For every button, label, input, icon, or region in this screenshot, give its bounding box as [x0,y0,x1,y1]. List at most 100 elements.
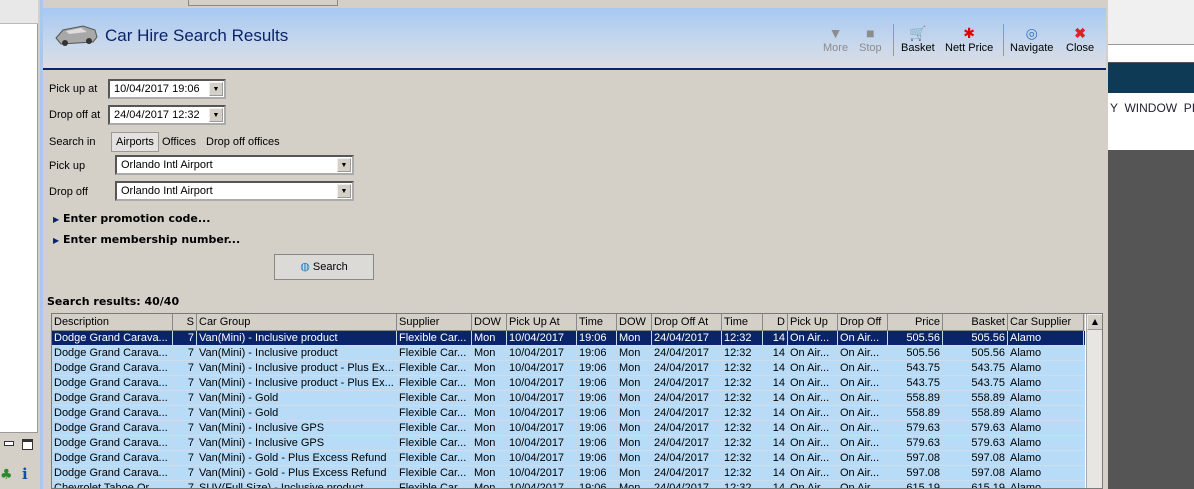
info-icon[interactable]: i [22,465,28,483]
dropoff-at-label: Drop off at [49,109,101,121]
search-in-offices[interactable]: Offices [162,136,196,148]
cell-dropoff-location: On Air... [838,391,888,405]
table-row[interactable]: Dodge Grand Carava... 7 Van(Mini) - Inclus… [52,376,1085,391]
cell-dropoff-dow: Mon [617,481,652,488]
cell-days: 14 [763,421,788,435]
cell-pickup-location: On Air... [788,481,838,488]
cell-supplier: Flexible Car... [397,421,472,435]
cell-basket: 597.08 [943,466,1008,480]
scroll-up-icon[interactable]: ▲ [1087,314,1102,330]
column-header-dropoff-at[interactable]: Drop Off At [652,314,722,331]
table-row[interactable]: Dodge Grand Carava... 7 Van(Mini) - Gold -… [52,451,1085,466]
cell-car-group: Van(Mini) - Gold [197,391,397,405]
column-header-pickup-location[interactable]: Pick Up [788,314,838,331]
cell-car-group: Van(Mini) - Gold - Plus Excess Refund [197,451,397,465]
column-header-pickup-at[interactable]: Pick Up At [507,314,577,331]
cell-dropoff-at: 24/04/2017 [652,391,722,405]
cell-dropoff-time: 12:32 [722,346,763,360]
cell-days: 14 [763,481,788,488]
toolbar-separator [893,24,894,56]
column-header-dropoff-dow[interactable]: DOW [617,314,652,331]
vertical-scrollbar[interactable]: ▲ [1086,314,1102,488]
navigate-label: Navigate [1010,42,1054,54]
dropoff-at-field[interactable]: 24/04/2017 12:32 ▼ [108,105,226,125]
dropoff-at-value: 24/04/2017 12:32 [114,109,200,121]
cell-price: 579.63 [888,421,943,435]
cell-days: 14 [763,376,788,390]
column-header-supplier[interactable]: Supplier [397,314,472,331]
cell-price: 597.08 [888,466,943,480]
cell-seats: 7 [173,451,197,465]
cell-description: Dodge Grand Carava... [52,466,173,480]
table-row[interactable]: Dodge Grand Carava... 7 Van(Mini) - Gold Fl… [52,406,1085,421]
cell-supplier: Flexible Car... [397,436,472,450]
cell-dropoff-time: 12:32 [722,421,763,435]
background-window: Y WINDOW PI [1108,0,1194,489]
promotion-code-expander[interactable]: ▶ Enter promotion code... [53,212,210,225]
cell-pickup-at: 10/04/2017 [507,466,577,480]
more-label: More [823,42,849,54]
tab-other[interactable] [188,0,338,6]
cell-car-supplier: Alamo [1008,466,1084,480]
chevron-down-icon[interactable]: ▼ [209,108,223,122]
palm-tree-icon[interactable]: ♣ [0,467,13,483]
cell-pickup-time: 19:06 [577,466,617,480]
table-row[interactable]: Dodge Grand Carava... 7 Van(Mini) - Inclus… [52,331,1085,346]
car-hire-window: Car Hire Search Results ▼ More ■ Stop 🛒 Bas… [40,0,1106,489]
maximize-icon[interactable] [22,439,33,450]
basket-button[interactable]: 🛒 Basket [901,24,935,54]
close-button[interactable]: ✖ Close [1066,24,1094,54]
table-row[interactable]: Dodge Grand Carava... 7 Van(Mini) - Inclus… [52,346,1085,361]
car-icon [53,22,99,48]
search-in-airports[interactable]: Airports [111,132,159,152]
cell-pickup-at: 10/04/2017 [507,406,577,420]
pickup-at-field[interactable]: 10/04/2017 19:06 ▼ [108,79,226,99]
table-row[interactable]: Chevrolet Tahoe Or... 7 SUV(Full Size) - I… [52,481,1085,488]
cell-pickup-time: 19:06 [577,391,617,405]
column-header-days[interactable]: D [763,314,788,331]
membership-number-expander[interactable]: ▶ Enter membership number... [53,233,240,246]
dropoff-select[interactable]: Orlando Intl Airport ▼ [115,181,354,201]
column-header-price[interactable]: Price [888,314,943,331]
minimize-icon[interactable] [4,441,14,446]
chevron-down-icon[interactable]: ▼ [337,184,351,198]
cell-price: 543.75 [888,376,943,390]
cell-pickup-location: On Air... [788,436,838,450]
column-header-pickup-time[interactable]: Time [577,314,617,331]
chevron-down-icon[interactable]: ▼ [209,82,223,96]
results-grid[interactable]: Description S Car Group Supplier DOW Pick Up … [51,313,1103,489]
nett-price-button[interactable]: ✱ Nett Price [945,24,993,54]
cell-dropoff-location: On Air... [838,361,888,375]
search-in-dropoff-offices[interactable]: Drop off offices [206,136,280,148]
cell-supplier: Flexible Car... [397,361,472,375]
search-button[interactable]: ◍ Search [274,254,374,280]
cell-car-supplier: Alamo [1008,436,1084,450]
cell-days: 14 [763,451,788,465]
navigate-button[interactable]: ◎ Navigate [1010,24,1053,54]
table-row[interactable]: Dodge Grand Carava... 7 Van(Mini) - Inclus… [52,421,1085,436]
column-header-seats[interactable]: S [173,314,197,331]
column-header-description[interactable]: Description [52,314,173,331]
table-row[interactable]: Dodge Grand Carava... 7 Van(Mini) - Inclus… [52,436,1085,451]
pickup-select[interactable]: Orlando Intl Airport ▼ [115,155,354,175]
cell-seats: 7 [173,421,197,435]
column-header-pickup-dow[interactable]: DOW [472,314,507,331]
column-header-dropoff-time[interactable]: Time [722,314,763,331]
cell-dropoff-time: 12:32 [722,406,763,420]
column-header-car-supplier[interactable]: Car Supplier [1008,314,1084,331]
table-row[interactable]: Dodge Grand Carava... 7 Van(Mini) - Inclus… [52,361,1085,376]
cell-dropoff-location: On Air... [838,451,888,465]
column-header-dropoff-location[interactable]: Drop Off [838,314,888,331]
table-row[interactable]: Dodge Grand Carava... 7 Van(Mini) - Gold -… [52,466,1085,481]
column-header-basket[interactable]: Basket [943,314,1008,331]
column-header-car-group[interactable]: Car Group [197,314,397,331]
cell-basket: 597.08 [943,451,1008,465]
chevron-down-icon[interactable]: ▼ [337,158,351,172]
cell-dropoff-location: On Air... [838,376,888,390]
table-row[interactable]: Dodge Grand Carava... 7 Van(Mini) - Gold Fl… [52,391,1085,406]
caret-right-icon: ▶ [53,236,60,245]
cell-dropoff-time: 12:32 [722,391,763,405]
cell-dropoff-dow: Mon [617,346,652,360]
cell-days: 14 [763,361,788,375]
cell-dropoff-dow: Mon [617,331,652,345]
